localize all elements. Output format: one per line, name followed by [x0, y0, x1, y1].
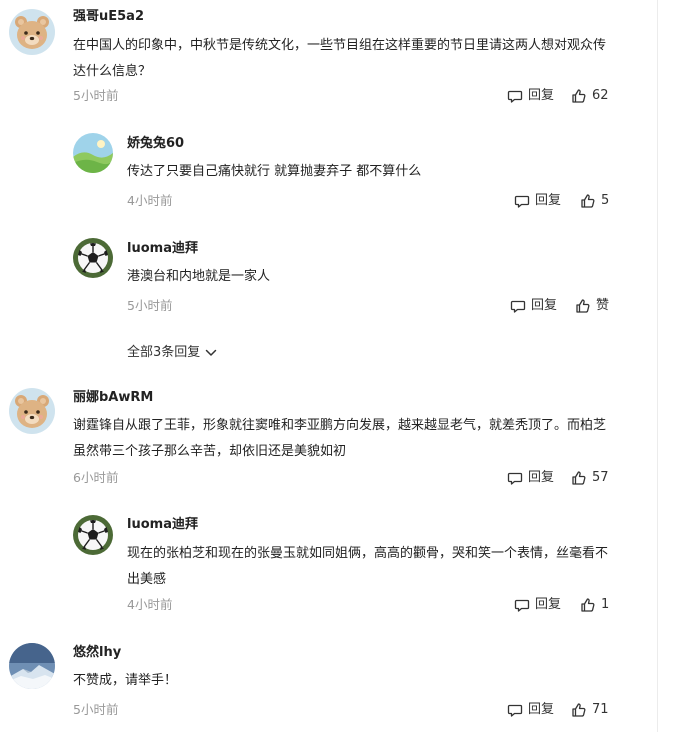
like-count: 71 — [592, 702, 609, 717]
reply-button[interactable]: 回复 — [510, 297, 557, 315]
thumbs-up-icon — [576, 299, 590, 313]
comment-icon — [507, 704, 523, 717]
avatar[interactable] — [73, 515, 113, 555]
comment-icon — [510, 300, 526, 313]
thumbs-up-icon — [581, 598, 595, 612]
comment-text: 不赞成，请举手！ — [73, 673, 178, 688]
right-divider — [657, 0, 658, 732]
timestamp: 5小时前 — [73, 88, 119, 103]
avatar[interactable] — [73, 133, 113, 173]
username[interactable]: luoma迪拜 — [127, 517, 198, 533]
like-button[interactable]: 5 — [580, 192, 609, 210]
reply-label: 回复 — [535, 193, 562, 208]
reply-label: 回复 — [535, 597, 562, 612]
thumbs-up-icon — [572, 89, 586, 103]
timestamp: 6小时前 — [73, 470, 119, 485]
comment-icon — [507, 90, 523, 103]
reply-label: 回复 — [528, 702, 555, 717]
bear-avatar-icon — [9, 388, 55, 434]
comment-text: 现在的张柏芝和现在的张曼玉就如同姐俩，高高的颧骨，哭和笑一个表情，丝毫看不出美感 — [127, 546, 609, 587]
like-button[interactable]: 71 — [571, 701, 609, 719]
timestamp: 4小时前 — [127, 193, 173, 208]
like-button[interactable]: 62 — [571, 87, 609, 105]
reply-button[interactable]: 回复 — [507, 87, 554, 105]
reply-label: 回复 — [531, 298, 558, 313]
username[interactable]: 强哥uE5a2 — [73, 9, 144, 25]
bear-avatar-icon — [9, 9, 55, 55]
reply-label: 回复 — [528, 88, 555, 103]
expand-replies-button[interactable]: 全部3条回复 — [127, 344, 218, 362]
thumbs-up-icon — [572, 471, 586, 485]
username[interactable]: 悠然lhy — [73, 645, 121, 661]
comment-text: 在中国人的印象中，中秋节是传统文化，一些节目组在这样重要的节日里请这两人想对观众… — [73, 38, 607, 79]
timestamp: 5小时前 — [73, 702, 119, 717]
comment-icon — [507, 472, 523, 485]
thumbs-up-icon — [572, 703, 586, 717]
avatar[interactable] — [9, 388, 55, 434]
avatar[interactable] — [73, 238, 113, 278]
comment-text: 传达了只要自己痛快就行 就算抛妻弃子 都不算什么 — [127, 164, 422, 179]
landscape-avatar-icon — [73, 133, 113, 173]
chevron-down-icon — [206, 349, 217, 356]
expand-replies-label: 全部3条回复 — [127, 345, 201, 360]
like-count: 62 — [592, 88, 609, 103]
reply-button[interactable]: 回复 — [514, 192, 561, 210]
like-label: 赞 — [596, 298, 610, 313]
reply-button[interactable]: 回复 — [514, 596, 561, 614]
like-button[interactable]: 赞 — [575, 297, 609, 315]
reply-label: 回复 — [528, 470, 555, 485]
comment-text: 港澳台和内地就是一家人 — [127, 269, 271, 284]
username[interactable]: 娇兔兔60 — [127, 136, 184, 152]
like-button[interactable]: 1 — [580, 596, 609, 614]
comment-icon — [514, 599, 530, 612]
thumbs-up-icon — [581, 194, 595, 208]
username[interactable]: luoma迪拜 — [127, 241, 198, 257]
comment-text: 谢霆锋自从跟了王菲，形象就往窦唯和李亚鹏方向发展，越来越显老气，就差秃顶了。而柏… — [73, 418, 607, 459]
soccer-ball-avatar-icon — [73, 238, 113, 278]
timestamp: 4小时前 — [127, 597, 173, 612]
like-button[interactable]: 57 — [571, 469, 609, 487]
like-count: 5 — [601, 193, 610, 208]
avatar[interactable] — [9, 9, 55, 55]
timestamp: 5小时前 — [127, 298, 173, 313]
mountain-avatar-icon — [9, 643, 55, 689]
reply-button[interactable]: 回复 — [507, 469, 554, 487]
reply-button[interactable]: 回复 — [507, 701, 554, 719]
username[interactable]: 丽娜bAwRM — [73, 390, 153, 406]
soccer-ball-avatar-icon — [73, 515, 113, 555]
avatar[interactable] — [9, 643, 55, 689]
like-count: 1 — [601, 597, 610, 612]
like-count: 57 — [592, 470, 609, 485]
comment-icon — [514, 195, 530, 208]
